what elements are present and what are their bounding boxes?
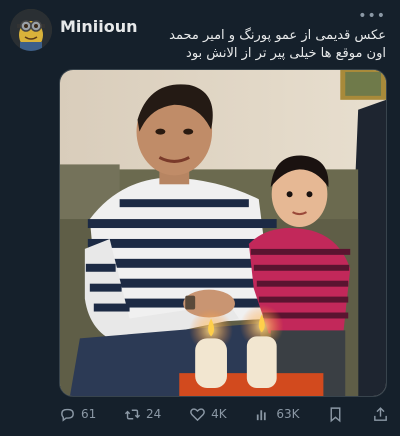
tweet-photo[interactable] [59,69,387,397]
reply-icon [61,408,74,422]
tweet-text: عکس قدیمی از عمو پورنگ و امیر محمد اون م… [86,27,386,63]
more-options-icon[interactable]: ••• [358,8,386,24]
photo-image [60,70,386,396]
bookmark-icon [330,406,341,422]
share-icon [374,406,387,421]
reply-count: 61 [81,407,97,421]
tweet-actions-bar: 61 24 4K 63K [59,402,389,426]
tweet-text-line: عکس قدیمی از عمو پورنگ و امیر محمد [169,28,386,43]
views-button[interactable]: 63K [254,406,299,423]
like-count: 4K [211,407,227,421]
tweet-card: Miniioun ••• عکس قدیمی از عمو پورنگ و ام… [0,0,400,436]
like-button[interactable]: 4K [189,406,227,423]
tweet-text-line: اون موقع ها خیلی پیر تر از الانش بود [186,46,386,61]
bookmark-button[interactable] [327,406,344,423]
heart-icon [190,407,205,421]
views-count: 63K [276,407,300,421]
avatar-minion-icon [10,9,52,51]
reply-button[interactable]: 61 [59,406,96,423]
retweet-icon [124,409,141,419]
avatar[interactable] [10,9,52,51]
retweet-count: 24 [146,407,162,421]
retweet-button[interactable]: 24 [124,406,161,423]
share-button[interactable] [372,406,389,423]
views-icon [257,409,267,420]
